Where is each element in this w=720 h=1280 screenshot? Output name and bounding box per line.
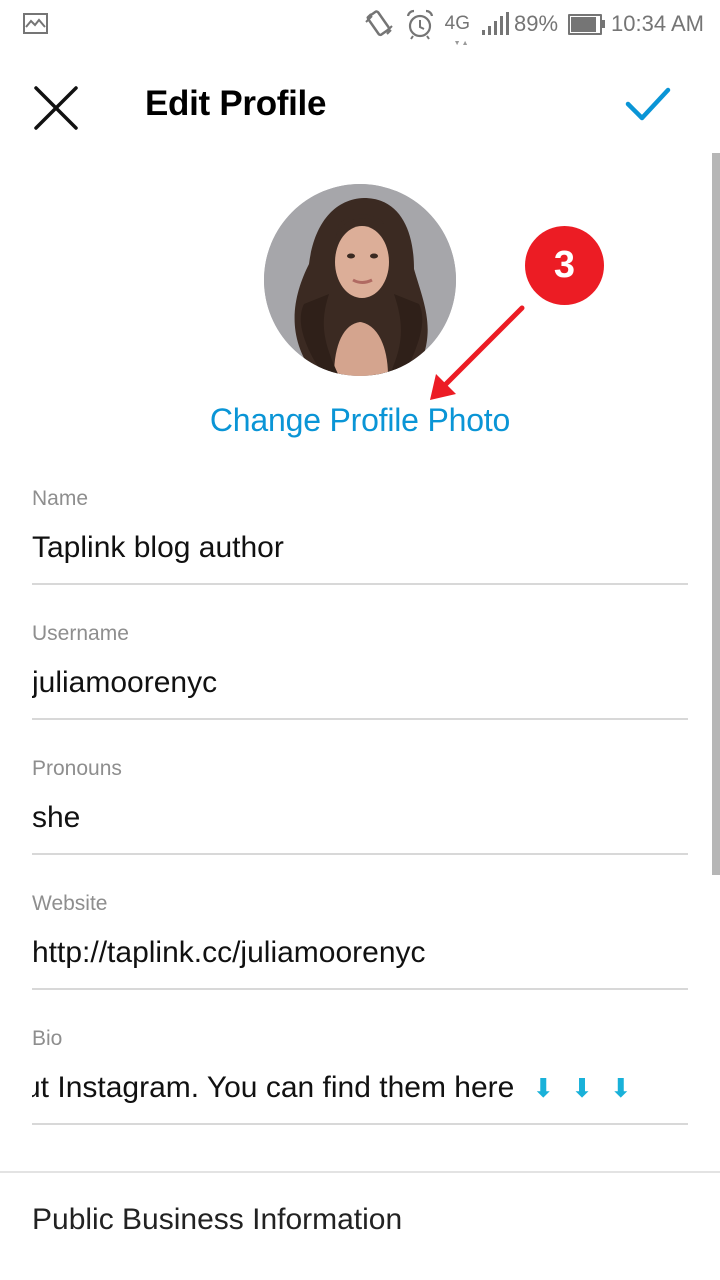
alarm-icon	[405, 8, 435, 40]
close-icon	[34, 86, 78, 130]
page-title: Edit Profile	[145, 84, 327, 123]
username-label: Username	[32, 622, 129, 645]
battery-percent: 89%	[514, 11, 559, 36]
name-underline	[32, 583, 688, 585]
down-arrow-emoji-icon: ⬇	[609, 1072, 632, 1103]
bio-input[interactable]: ut Instagram. You can find them here ⬇ ⬇…	[32, 1071, 688, 1105]
network-label: 4G	[444, 13, 470, 34]
battery-icon	[568, 13, 606, 35]
name-input[interactable]: Taplink blog author	[32, 531, 688, 565]
down-arrow-emoji-icon: ⬇	[532, 1072, 555, 1103]
scrollbar[interactable]	[712, 153, 720, 875]
bio-text: ut Instagram. You can find them here	[32, 1071, 515, 1104]
change-profile-photo-link[interactable]: Change Profile Photo	[0, 402, 720, 439]
bio-underline	[32, 1123, 688, 1125]
battery-fill	[571, 16, 596, 32]
close-button[interactable]	[30, 82, 82, 134]
public-business-information-header: Public Business Information	[32, 1203, 403, 1236]
website-input[interactable]: http://taplink.cc/juliamoorenyc	[32, 936, 688, 970]
down-arrow-emoji-icon: ⬇	[571, 1072, 593, 1103]
username-underline	[32, 718, 688, 720]
vibrate-icon	[363, 8, 395, 40]
save-button[interactable]	[618, 80, 674, 128]
website-label: Website	[32, 892, 108, 915]
network-type: 4G ▼▲	[444, 13, 470, 48]
section-divider	[0, 1171, 720, 1173]
status-bar: 4G ▼▲ 89% 10:34 AM	[0, 0, 720, 48]
annotation-arrow-icon	[430, 305, 525, 400]
signal-bars-icon	[480, 12, 510, 36]
bio-emoji: ⬇ ⬇ ⬇	[532, 1073, 631, 1104]
username-input[interactable]: juliamoorenyc	[32, 666, 688, 700]
name-label: Name	[32, 487, 89, 510]
step-badge: 3	[525, 226, 604, 305]
data-activity-icon: ▼▲	[453, 40, 470, 47]
clock: 10:34 AM	[611, 11, 704, 36]
image-notification-icon	[22, 12, 50, 41]
checkmark-icon	[625, 87, 671, 121]
toolbar: Edit Profile	[0, 60, 720, 152]
website-underline	[32, 988, 688, 990]
pronouns-underline	[32, 853, 688, 855]
pronouns-input[interactable]: she	[32, 801, 688, 835]
bio-label: Bio	[32, 1027, 63, 1050]
pronouns-label: Pronouns	[32, 757, 122, 780]
